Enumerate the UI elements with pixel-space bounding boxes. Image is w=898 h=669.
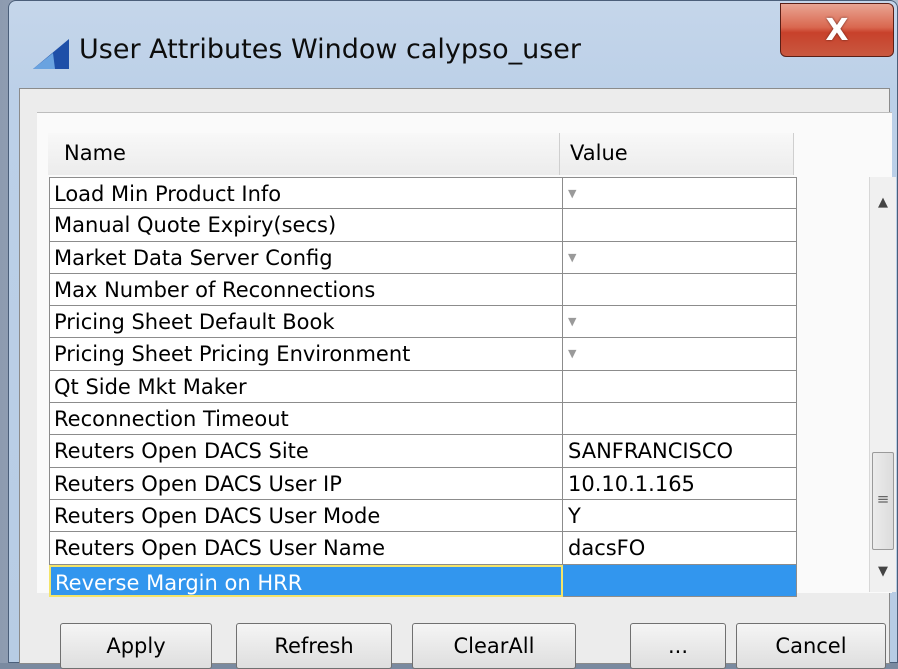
table-row[interactable]: Manual Quote Expiry(secs) [49, 209, 799, 242]
user-attributes-window: User Attributes Window calypso_user X Na… [8, 0, 898, 669]
attribute-name-cell[interactable]: Reconnection Timeout [49, 403, 563, 436]
window-title: User Attributes Window calypso_user [79, 34, 582, 65]
attribute-name-cell[interactable]: Market Data Server Config [49, 241, 563, 274]
attribute-name-cell[interactable]: Manual Quote Expiry(secs) [49, 209, 563, 242]
button-bar: Apply Refresh ClearAll ... Cancel [60, 623, 890, 669]
attribute-value-cell[interactable]: ▼ [563, 338, 797, 371]
dropdown-arrow-icon[interactable]: ▼ [568, 251, 576, 264]
column-header-name[interactable]: Name [48, 133, 560, 175]
attribute-value-cell[interactable]: Y [563, 499, 797, 533]
more-button[interactable]: ... [630, 623, 726, 669]
attribute-value-text: Y [568, 503, 581, 528]
attribute-value-cell[interactable] [563, 209, 797, 242]
attribute-name-cell[interactable]: Pricing Sheet Default Book [49, 306, 563, 339]
table-row[interactable]: Load Min Product Info ▼ [49, 177, 799, 210]
table-row[interactable]: Qt Side Mkt Maker [49, 370, 799, 404]
table-header: Name Value [48, 133, 798, 175]
table-row[interactable]: Pricing Sheet Default Book ▼ [49, 306, 799, 339]
scroll-thumb[interactable]: ≡ [872, 452, 894, 550]
clearall-button[interactable]: ClearAll [412, 623, 576, 669]
attribute-name-cell[interactable]: Reverse Margin on HRR [49, 564, 563, 597]
attribute-name-cell[interactable]: Max Number of Reconnections [49, 273, 563, 307]
table-row[interactable]: Reconnection Timeout [49, 403, 799, 436]
attribute-value-text: dacsFO [568, 536, 646, 561]
table-row[interactable]: Reuters Open DACS User Mode Y [49, 499, 799, 533]
scroll-up-arrow-icon[interactable]: ▲ [870, 195, 896, 219]
dropdown-arrow-icon[interactable]: ▼ [568, 187, 576, 200]
table-row[interactable]: Reuters Open DACS Site SANFRANCISCO [49, 435, 799, 468]
attribute-value-cell[interactable] [563, 403, 797, 436]
attribute-value-cell[interactable] [563, 564, 797, 597]
apply-button[interactable]: Apply [60, 623, 212, 669]
refresh-button[interactable]: Refresh [236, 623, 392, 669]
scroll-down-arrow-icon[interactable]: ▼ [870, 564, 896, 588]
attribute-value-cell[interactable]: ▼ [563, 241, 797, 274]
attribute-value-cell[interactable]: SANFRANCISCO [563, 435, 797, 468]
app-icon [33, 39, 69, 69]
attribute-value-cell[interactable]: dacsFO [563, 532, 797, 565]
attribute-name-cell[interactable]: Load Min Product Info [49, 177, 563, 210]
attribute-name-cell[interactable]: Pricing Sheet Pricing Environment [49, 338, 563, 371]
title-bar[interactable]: User Attributes Window calypso_user X [9, 1, 897, 91]
table-row[interactable]: Reuters Open DACS User Name dacsFO [49, 532, 799, 565]
attribute-value-cell[interactable]: 10.10.1.165 [563, 467, 797, 500]
attribute-value-text: 10.10.1.165 [568, 471, 695, 496]
attribute-name-cell[interactable]: Reuters Open DACS User Mode [49, 499, 563, 533]
client-area: Name Value Load Min Product Info ▼ Manual … [19, 88, 896, 669]
attribute-name-cell[interactable]: Reuters Open DACS User IP [49, 467, 563, 500]
table-body: Load Min Product Info ▼ Manual Quote Expir… [49, 177, 799, 597]
dropdown-arrow-icon[interactable]: ▼ [568, 347, 576, 360]
table-row[interactable]: Max Number of Reconnections [49, 273, 799, 307]
column-header-value[interactable]: Value [560, 133, 794, 175]
table-row[interactable]: Reverse Margin on HRR [49, 564, 799, 597]
attribute-name-cell[interactable]: Reuters Open DACS Site [49, 435, 563, 468]
attribute-value-cell[interactable] [563, 370, 797, 404]
attribute-value-cell[interactable]: ▼ [563, 177, 797, 210]
table-row[interactable]: Pricing Sheet Pricing Environment ▼ [49, 338, 799, 371]
dropdown-arrow-icon[interactable]: ▼ [568, 315, 576, 328]
attribute-value-cell[interactable]: ▼ [563, 306, 797, 339]
close-button[interactable]: X [780, 3, 894, 57]
cancel-button[interactable]: Cancel [736, 623, 886, 669]
table-row[interactable]: Reuters Open DACS User IP 10.10.1.165 [49, 467, 799, 500]
vertical-scrollbar[interactable]: ▲ ≡ ▼ [869, 177, 896, 592]
attribute-name-cell[interactable]: Reuters Open DACS User Name [49, 532, 563, 565]
table-row[interactable]: Market Data Server Config ▼ [49, 241, 799, 274]
attributes-table: Name Value Load Min Product Info ▼ Manual … [37, 112, 896, 597]
attribute-value-text: SANFRANCISCO [568, 439, 734, 464]
attribute-name-cell[interactable]: Qt Side Mkt Maker [49, 370, 563, 404]
attribute-value-cell[interactable] [563, 273, 797, 307]
